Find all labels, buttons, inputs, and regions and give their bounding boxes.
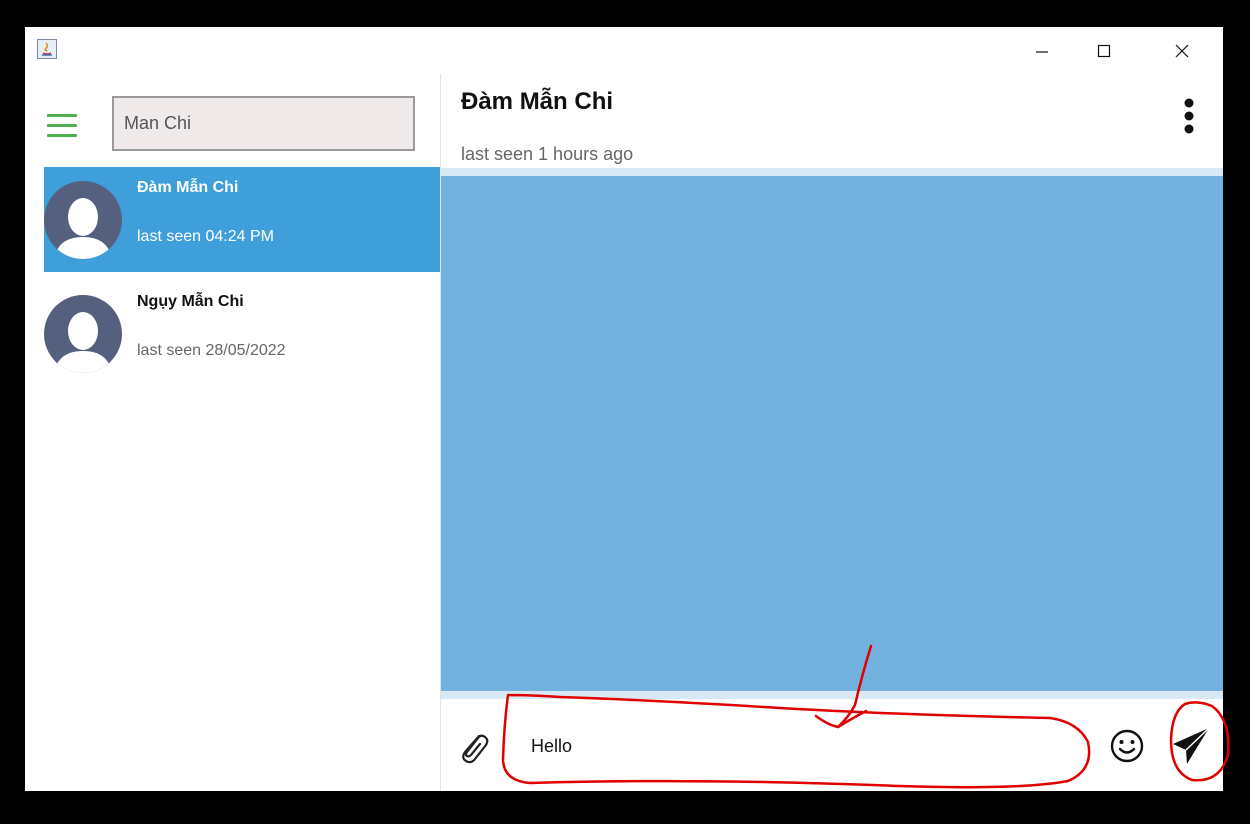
avatar [44, 295, 122, 373]
contact-item[interactable]: Ngụy Mẫn Chi last seen 28/05/2022 [44, 281, 440, 386]
chat-last-seen: last seen 1 hours ago [461, 144, 634, 164]
contact-list: Đàm Mẫn Chi last seen 04:24 PM Ngụy Mẫn … [44, 167, 440, 386]
contacts-pane: Đàm Mẫn Chi last seen 04:24 PM Ngụy Mẫn … [25, 74, 441, 791]
message-area [441, 168, 1223, 699]
contact-last-seen: last seen 04:24 PM [137, 228, 274, 245]
chat-pane: Đàm Mẫn Chi last seen 1 hours ago [441, 74, 1223, 791]
send-icon[interactable] [1169, 724, 1213, 768]
maximize-button[interactable] [1081, 27, 1127, 74]
hamburger-menu-icon[interactable] [47, 114, 77, 138]
title-bar [25, 27, 1223, 74]
minimize-button[interactable] [1019, 27, 1065, 74]
java-app-icon [37, 39, 57, 59]
chat-title: Đàm Mẫn Chi [461, 88, 614, 115]
contact-item[interactable]: Đàm Mẫn Chi last seen 04:24 PM [44, 167, 440, 272]
contact-name: Ngụy Mẫn Chi [137, 293, 244, 310]
more-vert-icon[interactable] [1171, 94, 1207, 142]
search-input[interactable] [112, 96, 415, 151]
paperclip-icon[interactable] [455, 728, 491, 766]
close-button[interactable] [1159, 27, 1205, 74]
avatar [44, 181, 122, 259]
app-window: Đàm Mẫn Chi last seen 04:24 PM Ngụy Mẫn … [25, 27, 1223, 791]
contact-name: Đàm Mẫn Chi [137, 179, 239, 196]
contact-last-seen: last seen 28/05/2022 [137, 342, 286, 359]
message-input[interactable] [529, 720, 1103, 772]
smiley-icon[interactable] [1109, 728, 1145, 764]
